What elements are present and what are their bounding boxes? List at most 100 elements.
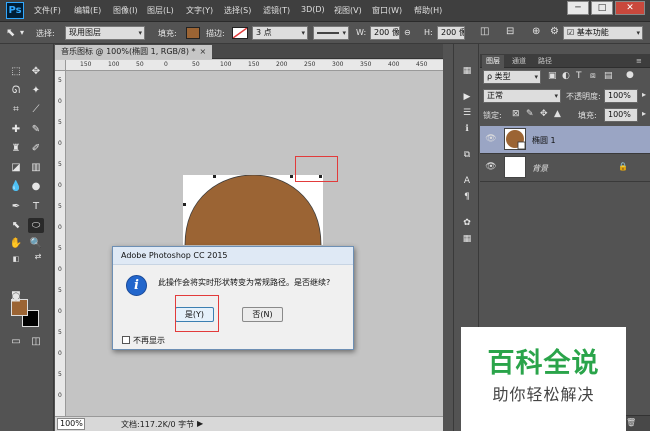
fill-arrow-icon[interactable]: ▸ (642, 109, 646, 118)
swap-colors-icon[interactable]: ⇄ (30, 249, 46, 264)
menu-select[interactable]: 选择(S) (224, 5, 251, 16)
vertical-ruler[interactable]: 5 0 5 0 5 0 5 0 5 0 5 0 5 0 5 0 (55, 71, 66, 416)
horizontal-ruler[interactable]: 150 100 50 0 50 100 150 200 250 300 350 … (66, 60, 443, 71)
blur-tool-icon[interactable]: 💧 (8, 179, 24, 194)
type-tool-icon[interactable]: T (28, 199, 44, 214)
menu-file[interactable]: 文件(F) (34, 5, 61, 16)
lasso-tool-icon[interactable]: ᘏ (8, 83, 24, 98)
document-canvas[interactable] (183, 175, 323, 245)
menu-3d[interactable]: 3D(D) (301, 5, 325, 14)
ruler-origin[interactable] (55, 60, 66, 71)
ruler-label: 5 (58, 77, 62, 84)
minimize-button[interactable]: ─ (567, 1, 589, 15)
path-select-tool-icon[interactable]: ⬉ (6, 26, 15, 39)
swatches-panel-icon[interactable]: ▦ (459, 232, 475, 246)
fill-input[interactable]: 100% (604, 108, 638, 122)
menu-view[interactable]: 视图(V) (334, 5, 362, 16)
no-button[interactable]: 否(N) (242, 307, 283, 322)
close-icon[interactable]: × (200, 47, 207, 56)
menu-filter[interactable]: 滤镜(T) (263, 5, 290, 16)
menu-image[interactable]: 图像(I) (113, 5, 138, 16)
layer-comps-icon[interactable]: ⧉ (459, 148, 475, 162)
paragraph-panel-icon[interactable]: ¶ (459, 190, 475, 204)
brush-tool-icon[interactable]: ✎ (28, 122, 44, 137)
settings-gear-icon[interactable]: ⚙ (550, 26, 559, 37)
quick-mask-icon[interactable]: ◙ (8, 289, 24, 304)
stroke-swatch[interactable] (232, 27, 248, 39)
crop-tool-icon[interactable]: ⌗ (8, 102, 24, 117)
character-panel-icon[interactable]: A (459, 174, 475, 188)
document-tab[interactable]: 音乐图标 @ 100%(椭圆 1, RGB/8) * × (55, 45, 213, 59)
link-icon[interactable]: ⊖ (404, 28, 411, 37)
path-arrangement-icon[interactable]: ⊕ (532, 26, 540, 37)
properties-panel-icon[interactable]: ☰ (459, 106, 475, 120)
hand-tool-icon[interactable]: ✋ (8, 236, 24, 251)
opacity-arrow-icon[interactable]: ▸ (642, 90, 646, 99)
filter-toggle-icon[interactable]: ● (626, 70, 634, 80)
gradient-tool-icon[interactable]: ▥ (28, 160, 44, 175)
status-menu-arrow-icon[interactable]: ▶ (197, 419, 203, 428)
eye-icon[interactable]: 👁 (485, 162, 497, 172)
magic-wand-tool-icon[interactable]: ✦ (28, 83, 44, 98)
dont-show-again-checkbox[interactable]: 不再显示 (122, 335, 165, 346)
move-tool-icon[interactable]: ✥ (28, 64, 44, 79)
width-input[interactable]: 200 像 (370, 26, 400, 40)
layer-row-background[interactable]: 👁 背景 🔒 (480, 154, 650, 182)
tab-channels[interactable]: 通道 (508, 55, 530, 68)
ellipse-shape[interactable] (183, 175, 323, 245)
tool-preset-chevron-icon[interactable]: ▾ (20, 28, 24, 37)
select-dropdown[interactable]: 现用图层 ▾ (65, 26, 145, 40)
workspace-dropdown[interactable]: ☑ 基本功能 ▾ (563, 26, 643, 40)
screen-mode-icon[interactable]: ▭ (8, 334, 24, 349)
filter-smart-object-icon[interactable]: ▤ (604, 71, 613, 81)
pen-tool-icon[interactable]: ✒ (8, 199, 24, 214)
filter-pixel-icon[interactable]: ▣ (548, 71, 557, 81)
height-input[interactable]: 200 像 (437, 26, 465, 40)
menu-type[interactable]: 文字(Y) (186, 5, 213, 16)
delete-layer-icon[interactable]: 🗑 (626, 418, 636, 427)
info-panel-icon[interactable]: ℹ (459, 122, 475, 136)
lock-position-icon[interactable]: ✥ (540, 109, 548, 119)
menu-edit[interactable]: 编辑(E) (74, 5, 101, 16)
default-colors-icon[interactable]: ◧ (8, 252, 24, 267)
tab-layers[interactable]: 图层 (482, 55, 504, 68)
filter-shape-icon[interactable]: ⧈ (590, 71, 596, 81)
tab-paths[interactable]: 路径 (534, 55, 556, 68)
screen-mode-menu-icon[interactable]: ◫ (28, 334, 44, 349)
ellipse-tool-icon[interactable]: ⬭ (28, 218, 44, 233)
zoom-level-input[interactable]: 100% (57, 418, 85, 430)
shape-thumbnail-icon (506, 130, 526, 150)
marquee-tool-icon[interactable]: ⬚ (8, 64, 24, 79)
restore-button[interactable]: □ (591, 1, 613, 15)
actions-panel-icon[interactable]: ▶ (459, 90, 475, 104)
healing-brush-tool-icon[interactable]: ✚ (8, 122, 24, 137)
lock-all-icon[interactable]: ▲ (554, 109, 561, 119)
fill-swatch[interactable] (186, 27, 200, 39)
filter-type-icon[interactable]: T (576, 71, 582, 81)
lock-pixels-icon[interactable]: ✎ (526, 109, 534, 119)
path-operations-icon[interactable]: ◫ (480, 26, 489, 37)
layer-row-ellipse[interactable]: 👁 椭圆 1 (480, 126, 650, 154)
filter-adjustment-icon[interactable]: ◐ (562, 71, 570, 81)
clone-stamp-tool-icon[interactable]: ♜ (8, 141, 24, 156)
eraser-tool-icon[interactable]: ◪ (8, 160, 24, 175)
opacity-input[interactable]: 100% (604, 89, 638, 103)
stroke-width-dropdown[interactable]: 3 点 ▾ (252, 26, 308, 40)
close-button[interactable]: ✕ (615, 1, 645, 15)
panel-menu-icon[interactable]: ≡ (632, 55, 646, 68)
menu-layer[interactable]: 图层(L) (147, 5, 174, 16)
eye-icon[interactable]: 👁 (485, 134, 497, 144)
dodge-tool-icon[interactable]: ● (28, 179, 44, 194)
menu-window[interactable]: 窗口(W) (372, 5, 402, 16)
menu-help[interactable]: 帮助(H) (414, 5, 442, 16)
layer-filter-dropdown[interactable]: ρ 类型 ▾ (483, 70, 541, 84)
history-panel-icon[interactable]: ▦ (459, 64, 475, 78)
brush-panel-icon[interactable]: ✿ (459, 216, 475, 230)
stroke-type-dropdown[interactable]: ▾ (313, 26, 349, 40)
path-alignment-icon[interactable]: ⊟ (506, 26, 514, 37)
history-brush-tool-icon[interactable]: ✐ (28, 141, 44, 156)
eyedropper-tool-icon[interactable]: ⟋ (28, 102, 44, 117)
blend-mode-dropdown[interactable]: 正常 ▾ (483, 89, 561, 103)
lock-transparent-icon[interactable]: ⊠ (512, 109, 520, 119)
path-selection-tool-icon[interactable]: ⬉ (8, 218, 24, 233)
